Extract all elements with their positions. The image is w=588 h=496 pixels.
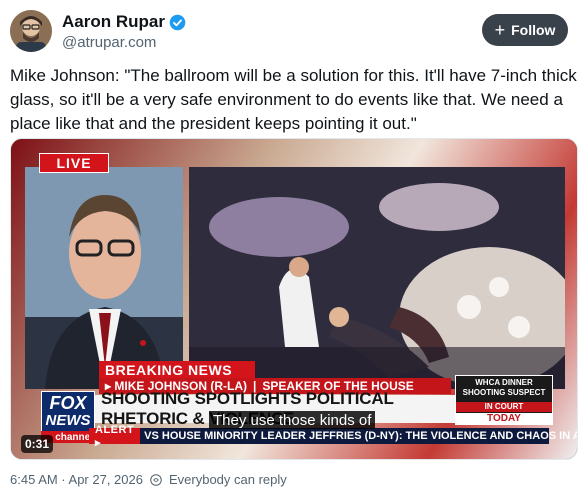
closed-caption: They use those kinds of bbox=[209, 411, 376, 429]
ticker-bar: ALERT ▸ VS HOUSE MINORITY LEADER JEFFRIE… bbox=[89, 424, 577, 449]
reply-settings-icon bbox=[150, 473, 162, 486]
follow-label: Follow bbox=[511, 22, 556, 38]
author-handle[interactable]: @atrupar.com bbox=[62, 34, 156, 51]
verified-badge-icon bbox=[169, 14, 186, 30]
fox-news-logo: FOX NEWS bbox=[41, 391, 95, 433]
logo-line1: FOX bbox=[49, 393, 87, 413]
avatar[interactable] bbox=[10, 10, 52, 52]
side-box-title: WHCA DINNER SHOOTING SUSPECT bbox=[462, 378, 546, 397]
video-duration: 0:31 bbox=[21, 435, 54, 453]
event-footage-panel bbox=[189, 167, 565, 389]
post-footer: 6:45 AM · Apr 27, 2026 Everybody can rep… bbox=[10, 472, 287, 487]
follow-button[interactable]: + Follow bbox=[482, 14, 568, 46]
video-player[interactable]: LIVE BREAKING NEWS ▸ MIKE JOHNSON (R-LA)… bbox=[10, 138, 578, 460]
author-name-row: Aaron Rupar bbox=[62, 12, 186, 32]
post-header: Aaron Rupar @atrupar.com + Follow bbox=[10, 10, 578, 56]
side-news-box: WHCA DINNER SHOOTING SUSPECT IN COURT TO… bbox=[455, 375, 553, 425]
post-text: Mike Johnson: "The ballroom will be a so… bbox=[10, 66, 577, 133]
live-badge: LIVE bbox=[39, 153, 109, 173]
reply-setting-label: Everybody can reply bbox=[168, 472, 287, 487]
side-box-when: TODAY bbox=[456, 413, 552, 424]
logo-line2: NEWS bbox=[45, 412, 91, 429]
post-card: Aaron Rupar @atrupar.com + Follow Mike J… bbox=[0, 0, 588, 496]
ticker-text: VS HOUSE MINORITY LEADER JEFFRIES (D-NY)… bbox=[144, 430, 578, 442]
plus-icon: + bbox=[494, 20, 506, 40]
breaking-news-banner: BREAKING NEWS bbox=[99, 361, 255, 378]
alert-label: ALERT ▸ bbox=[89, 424, 141, 449]
speaker-video-panel bbox=[25, 167, 183, 389]
post-timestamp[interactable]: 6:45 AM · Apr 27, 2026 bbox=[10, 472, 143, 487]
side-box-status: IN COURT bbox=[456, 402, 552, 412]
author-name[interactable]: Aaron Rupar bbox=[62, 12, 165, 32]
